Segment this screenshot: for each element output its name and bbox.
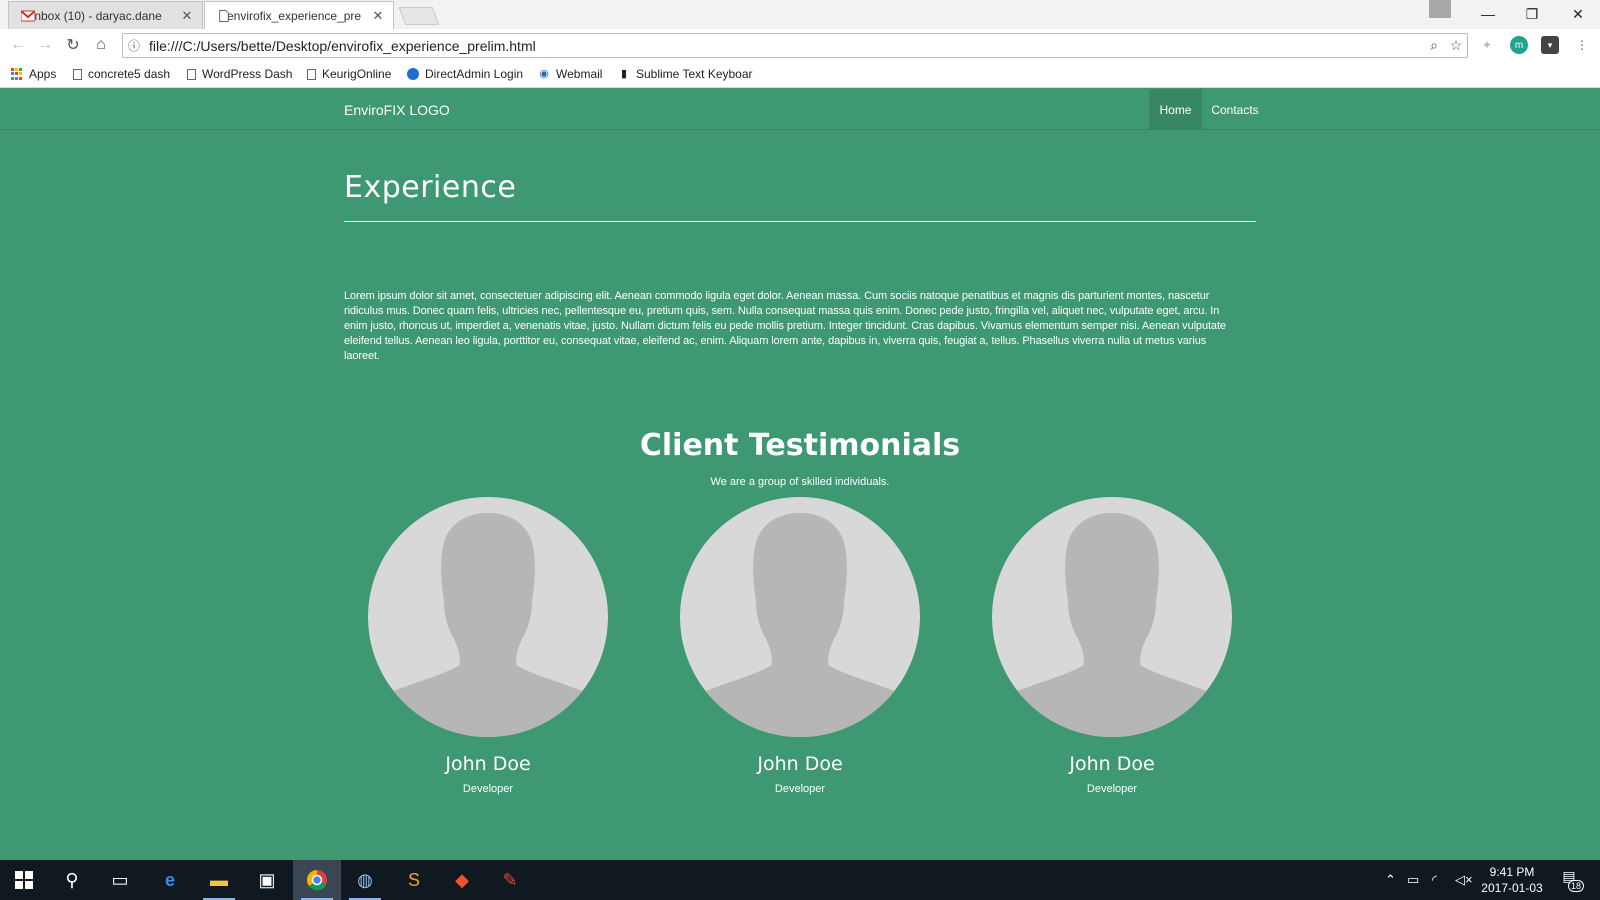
restore-icon[interactable]: ❐ <box>1510 0 1554 28</box>
person-role: Developer <box>774 783 826 795</box>
home-icon[interactable]: ⌂ <box>90 34 112 56</box>
apps-grid-icon <box>11 68 23 80</box>
wifi-icon[interactable]: ◜ <box>1432 872 1437 888</box>
avatar-placeholder <box>368 497 608 737</box>
bookmark-concrete5[interactable]: concrete5 dash <box>73 67 170 81</box>
system-clock[interactable]: 9:41 PM 2017-01-03 <box>1472 864 1552 896</box>
person-silhouette-icon <box>388 513 588 737</box>
info-icon[interactable]: ⓘ <box>123 37 145 54</box>
battery-icon[interactable]: ▭ <box>1407 872 1419 888</box>
address-bar[interactable]: ⓘ file:///C:/Users/bette/Desktop/envirof… <box>122 33 1468 58</box>
page-icon <box>219 10 229 22</box>
new-tab-button[interactable] <box>398 7 440 25</box>
task-view-icon[interactable]: ▭ <box>96 860 144 900</box>
bookmark-apps[interactable]: Apps <box>11 67 56 81</box>
testimonials-subtitle: We are a group of skilled individuals. <box>710 476 890 488</box>
profile-icon[interactable] <box>1429 0 1451 18</box>
clock-time: 9:41 PM <box>1489 865 1535 879</box>
bookmark-wordpress[interactable]: WordPress Dash <box>187 67 292 81</box>
bookmark-label: Apps <box>29 67 57 81</box>
page-icon <box>307 68 316 80</box>
windows-start-icon[interactable] <box>0 860 48 900</box>
browser-menu-icon[interactable]: ⋮ <box>1573 36 1591 54</box>
volume-muted-icon[interactable]: ◁× <box>1455 872 1473 888</box>
person-role: Developer <box>1086 783 1138 795</box>
tab-title: envirofix_experience_pre <box>227 8 362 23</box>
avatar-placeholder <box>992 497 1232 737</box>
bookmark-directadmin[interactable]: DirectAdmin Login <box>407 67 523 81</box>
url-text: file:///C:/Users/bette/Desktop/envirofix… <box>149 37 536 54</box>
windows-taskbar: ⚲ ▭ e ▬ ▣ ◍ S ◆ ✎ ⌃ ▭ ◜ ◁× 9:41 PM 2017-… <box>0 860 1600 900</box>
site-logo[interactable]: EnviroFIX LOGO <box>344 102 450 118</box>
file-explorer-icon[interactable]: ▬ <box>195 860 243 900</box>
bookmark-webmail[interactable]: ◉ Webmail <box>538 67 602 81</box>
directadmin-icon <box>407 68 419 80</box>
close-tab-icon[interactable]: ✕ <box>180 8 194 24</box>
web-page: EnviroFIX LOGO Home Contacts Experience … <box>0 89 1600 860</box>
bookmark-label: concrete5 dash <box>88 67 171 81</box>
back-arrow-icon[interactable]: ← <box>7 34 29 56</box>
person-silhouette-icon <box>700 513 900 737</box>
pocket-icon[interactable]: ▾ <box>1541 36 1559 54</box>
experience-heading: Experience <box>344 170 517 205</box>
person-silhouette-icon <box>1012 513 1212 737</box>
person-name: John Doe <box>1069 753 1155 775</box>
chrome-icon[interactable] <box>293 860 341 900</box>
testimonial-card: John Doe Developer <box>992 497 1232 795</box>
bookmark-keurig[interactable]: KeurigOnline <box>307 67 391 81</box>
person-role: Developer <box>462 783 514 795</box>
tab-title: Inbox (10) - daryac.dane <box>31 8 162 23</box>
extension-m-icon[interactable]: m <box>1510 36 1528 54</box>
person-name: John Doe <box>757 753 843 775</box>
bookmark-label: Sublime Text Keyboar <box>636 67 753 81</box>
bookmark-label: Webmail <box>556 67 603 81</box>
page-icon <box>73 68 82 80</box>
nav-contacts-link[interactable]: Contacts <box>1203 89 1267 130</box>
store-icon[interactable]: ▣ <box>243 860 291 900</box>
edge-browser-icon[interactable]: e <box>146 860 194 900</box>
sublime-text-icon[interactable]: S <box>390 860 438 900</box>
tab-gmail-inbox[interactable]: Inbox (10) - daryac.dane ✕ <box>8 1 203 29</box>
extension-icon[interactable]: ✦ <box>1478 36 1496 54</box>
experience-paragraph: Lorem ipsum dolor sit amet, consectetuer… <box>344 290 1226 362</box>
zoom-icon[interactable]: ⌕ <box>1423 37 1445 54</box>
bookmark-label: WordPress Dash <box>202 67 293 81</box>
site-navbar: EnviroFIX LOGO Home Contacts <box>0 89 1600 130</box>
close-tab-icon[interactable]: ✕ <box>371 8 385 24</box>
network-app-icon[interactable]: ◍ <box>341 860 389 900</box>
avatar-placeholder <box>680 497 920 737</box>
webmail-icon: ◉ <box>539 68 549 80</box>
nav-home-link[interactable]: Home <box>1149 89 1202 130</box>
bookmark-label: KeurigOnline <box>322 67 392 81</box>
tray-chevron-icon[interactable]: ⌃ <box>1385 872 1396 888</box>
paint-app-icon[interactable]: ✎ <box>486 860 534 900</box>
browser-tab-strip: Inbox (10) - daryac.dane ✕ envirofix_exp… <box>0 0 1600 29</box>
page-icon <box>187 68 196 80</box>
bookmark-sublime[interactable]: ▮ Sublime Text Keyboar <box>618 67 753 81</box>
tab-envirofix-experience[interactable]: envirofix_experience_pre ✕ <box>204 1 394 29</box>
notification-count: 18 <box>1568 880 1585 892</box>
bookmarks-bar: Apps concrete5 dash WordPress Dash Keuri… <box>0 60 1600 88</box>
bookmark-label: DirectAdmin Login <box>425 67 524 81</box>
browser-toolbar: ← → ↻ ⌂ ⓘ file:///C:/Users/bette/Desktop… <box>0 29 1600 60</box>
gmail-icon <box>21 10 35 22</box>
clock-date: 2017-01-03 <box>1481 881 1543 895</box>
person-name: John Doe <box>445 753 531 775</box>
testimonial-card: John Doe Developer <box>680 497 920 795</box>
sublime-icon: ▮ <box>620 68 628 80</box>
bookmark-star-icon[interactable]: ☆ <box>1445 37 1467 54</box>
testimonial-card: John Doe Developer <box>368 497 608 795</box>
heading-divider <box>344 221 1256 222</box>
reload-icon[interactable]: ↻ <box>62 34 84 56</box>
search-icon[interactable]: ⚲ <box>48 860 96 900</box>
close-window-icon[interactable]: ✕ <box>1556 0 1600 28</box>
forward-arrow-icon[interactable]: → <box>34 34 56 56</box>
minimize-icon[interactable]: — <box>1466 0 1510 28</box>
git-icon[interactable]: ◆ <box>438 860 486 900</box>
testimonials-heading: Client Testimonials <box>639 428 961 463</box>
